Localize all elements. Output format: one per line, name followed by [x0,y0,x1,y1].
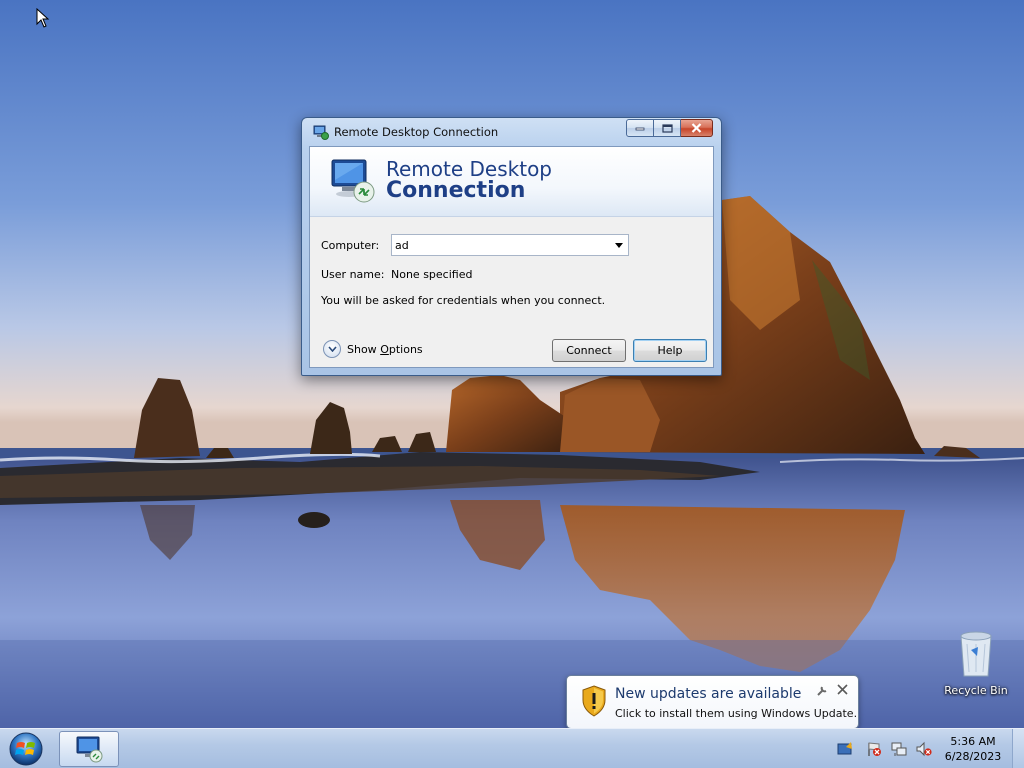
minimize-button[interactable] [626,119,654,137]
wrench-icon[interactable] [816,685,828,697]
notification-close-icon[interactable] [837,684,848,695]
taskbar-remote-desktop-button[interactable] [59,731,119,767]
windows-update-tray-icon[interactable] [837,741,853,757]
dialog-banner: Remote Desktop Connection [310,147,713,217]
window-client-area: Remote Desktop Connection Computer: ad U… [309,146,714,368]
close-icon [691,123,702,133]
window-title: Remote Desktop Connection [334,124,499,139]
banner-title-line2: Connection [386,178,526,203]
volume-muted-icon[interactable] [916,741,932,757]
warning-shield-icon [582,685,606,717]
maximize-button[interactable] [654,119,681,137]
connect-button[interactable]: Connect [552,339,626,362]
credentials-info-text: You will be asked for credentials when y… [321,294,606,307]
dropdown-arrow-icon[interactable] [610,235,628,255]
username-label: User name: [321,268,385,281]
remote-desktop-taskbar-icon [76,736,103,763]
recycle-bin-label: Recycle Bin [944,684,1008,697]
start-button[interactable] [6,730,46,768]
system-clock[interactable]: 5:36 AM 6/28/2023 [938,734,1008,764]
caption-buttons [626,119,713,137]
maximize-icon [661,123,673,133]
show-desktop-button[interactable] [1012,729,1024,768]
help-button[interactable]: Help [633,339,707,362]
username-value: None specified [391,268,473,281]
notification-title: New updates are available [615,686,802,702]
remote-desktop-banner-icon [331,159,375,203]
network-icon[interactable] [891,741,907,757]
clock-date: 6/28/2023 [944,750,1002,763]
windows-start-orb-icon [9,732,43,766]
minimize-icon [635,127,645,131]
taskbar: 5:36 AM 6/28/2023 [0,728,1024,768]
update-notification-balloon[interactable]: New updates are available Click to insta… [566,675,859,742]
computer-combobox[interactable]: ad [391,234,629,256]
recycle-bin[interactable]: Recycle Bin [936,630,1016,697]
show-options-label[interactable]: Show Options [347,343,423,356]
recycle-bin-icon [960,631,992,677]
computer-input[interactable]: ad [392,239,610,252]
window-titlebar[interactable]: Remote Desktop Connection [308,118,715,145]
notification-body: Click to install them using Windows Upda… [615,707,858,720]
mouse-pointer-icon [36,8,50,28]
action-center-flag-icon[interactable] [866,741,882,757]
show-options-toggle[interactable]: Show Options [323,340,423,358]
computer-label: Computer: [321,239,380,252]
remote-desktop-window: Remote Desktop Connection Remote Desktop… [301,117,722,376]
close-button[interactable] [681,119,713,137]
chevron-down-icon[interactable] [323,340,341,358]
clock-time: 5:36 AM [950,735,996,748]
remote-desktop-app-icon[interactable] [313,124,329,140]
